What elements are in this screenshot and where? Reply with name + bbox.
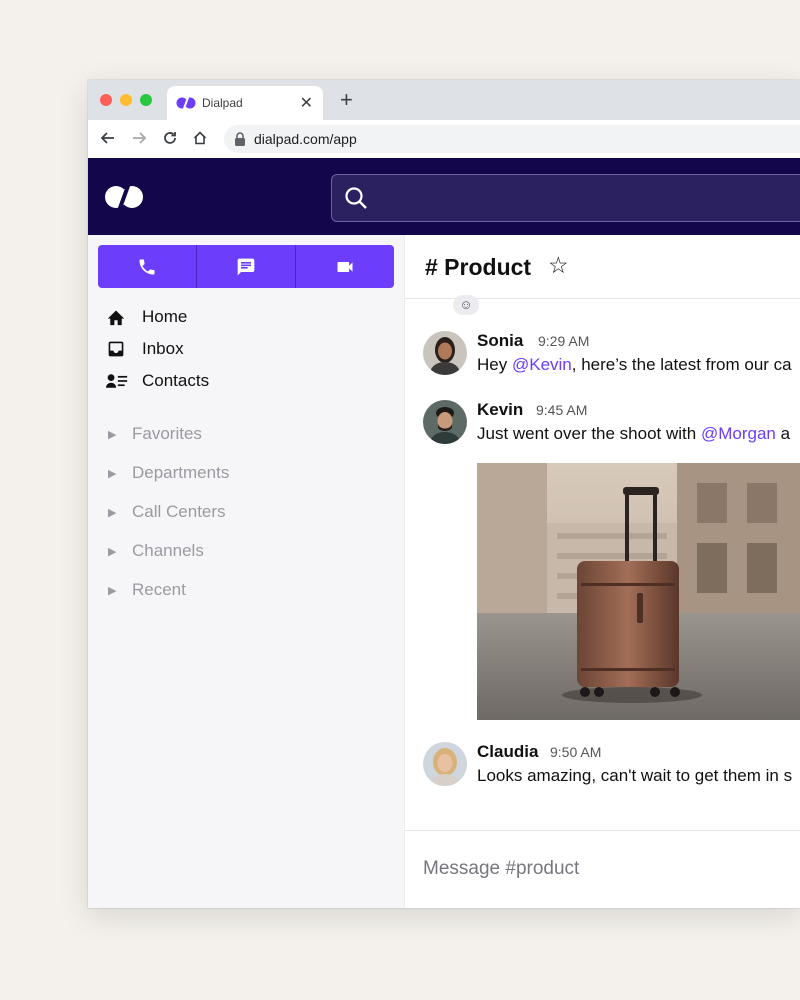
app-header [88, 158, 800, 235]
section-favorites[interactable]: ▶ Favorites [108, 422, 202, 446]
message-time: 9:50 AM [550, 744, 602, 760]
message-text-part: , here’s the latest from our ca [571, 355, 792, 374]
close-tab-icon[interactable]: ✕ [300, 93, 313, 113]
maximize-window-button[interactable] [140, 94, 152, 106]
message-button[interactable] [196, 245, 295, 288]
section-label: Recent [132, 580, 186, 599]
close-window-button[interactable] [100, 94, 112, 106]
section-label: Call Centers [132, 502, 226, 521]
search-input[interactable] [331, 174, 800, 222]
dialpad-logo[interactable] [104, 182, 144, 217]
emoji-reaction[interactable]: ☺ [453, 295, 479, 315]
section-channels[interactable]: ▶ Channels [108, 539, 204, 563]
message-text: Looks amazing, can't wait to get them in… [477, 766, 793, 785]
new-tab-button[interactable]: + [340, 89, 353, 111]
message-input[interactable] [421, 857, 785, 881]
avatar-kevin[interactable] [423, 400, 467, 444]
author-name[interactable]: Claudia [477, 742, 538, 762]
channel-header: # Product ☆ [405, 235, 800, 299]
expand-triangle-icon: ▶ [108, 467, 117, 480]
message-text: Just went over the shoot with @Morgan a [477, 424, 790, 444]
back-icon[interactable] [100, 130, 116, 151]
expand-triangle-icon: ▶ [108, 506, 117, 519]
expand-triangle-icon: ▶ [108, 545, 117, 558]
nav-home[interactable]: Home [106, 303, 187, 331]
author-name[interactable]: Kevin [477, 400, 523, 420]
sidebar: Home Inbox Contacts ▶ Favorites ▶ Depart… [88, 235, 404, 908]
section-recent[interactable]: ▶ Recent [108, 578, 186, 602]
contacts-icon [106, 373, 142, 389]
nav-contacts-label: Contacts [142, 371, 210, 390]
video-button[interactable] [295, 245, 394, 288]
browser-window: Dialpad ✕ + dialpad.com/app Home Inbox C… [88, 80, 800, 908]
reload-icon[interactable] [162, 130, 178, 151]
section-departments[interactable]: ▶ Departments [108, 461, 229, 485]
nav-contacts[interactable]: Contacts [106, 367, 209, 395]
browser-tab-bar: Dialpad ✕ + [88, 80, 800, 120]
favorite-star-icon[interactable]: ☆ [548, 252, 569, 279]
section-label: Channels [132, 541, 204, 560]
search-icon [345, 187, 367, 209]
minimize-window-button[interactable] [120, 94, 132, 106]
message-time: 9:45 AM [536, 402, 588, 418]
message-icon [237, 258, 255, 275]
avatar-sonia[interactable] [423, 331, 467, 375]
message-composer [405, 830, 800, 908]
section-label: Departments [132, 463, 230, 482]
author-name[interactable]: Sonia [477, 331, 523, 351]
tab-title: Dialpad [202, 96, 243, 110]
expand-triangle-icon: ▶ [108, 584, 117, 597]
shared-photo-luggage[interactable] [477, 463, 800, 720]
home-browser-icon[interactable] [192, 130, 208, 151]
home-icon [106, 308, 142, 326]
section-call-centers[interactable]: ▶ Call Centers [108, 500, 226, 524]
message-text-part: a [775, 424, 791, 443]
nav-inbox-label: Inbox [142, 339, 184, 358]
section-label: Favorites [132, 424, 202, 443]
message-time: 9:29 AM [538, 333, 590, 349]
dialpad-logo-icon [176, 96, 196, 115]
mention-link[interactable]: @Kevin [512, 355, 572, 374]
inbox-icon [106, 340, 142, 358]
channel-title: # Product [425, 254, 532, 280]
lock-icon [234, 132, 246, 151]
url-text: dialpad.com/app [254, 131, 357, 147]
expand-triangle-icon: ▶ [108, 428, 117, 441]
browser-tab[interactable]: Dialpad ✕ [167, 86, 323, 120]
message-text-part: Hey [477, 355, 512, 374]
phone-icon [139, 259, 155, 274]
nav-home-label: Home [142, 307, 188, 326]
nav-inbox[interactable]: Inbox [106, 335, 184, 363]
avatar-claudia[interactable] [423, 742, 467, 786]
video-icon [337, 261, 353, 272]
message-text-part: Just went over the shoot with [477, 424, 701, 443]
channel-view: # Product ☆ ☺ Sonia 9:29 AM Hey @Kevin, … [404, 235, 800, 908]
message-text: Hey @Kevin, here’s the latest from our c… [477, 355, 792, 375]
action-button-group [98, 245, 394, 288]
call-button[interactable] [98, 245, 196, 288]
address-bar: dialpad.com/app [88, 120, 800, 159]
forward-icon[interactable] [131, 130, 147, 151]
url-field[interactable]: dialpad.com/app [224, 125, 800, 153]
mention-link[interactable]: @Morgan [701, 424, 776, 443]
